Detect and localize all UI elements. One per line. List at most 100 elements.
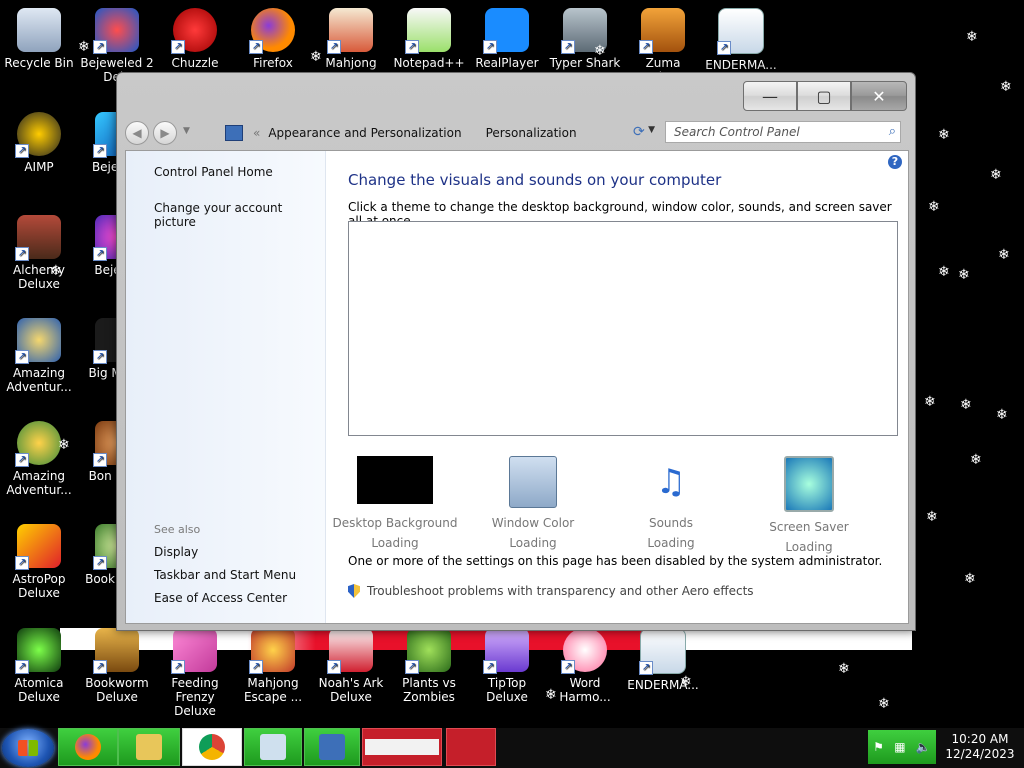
desktop-icon-notepad[interactable]: ↗ Notepad++ <box>390 8 468 70</box>
refresh-icon[interactable]: ⟳ <box>633 124 645 140</box>
amazing-adventures-icon: ↗ <box>15 318 61 364</box>
desktop-icon-typer-shark[interactable]: ↗ Typer Shark <box>546 8 624 70</box>
page-title: Change the visuals and sounds on your co… <box>348 171 722 189</box>
snowflake-decoration: ❄ <box>680 674 692 690</box>
desktop-icon-enderman-1[interactable]: ↗ ENDERMA... <box>702 8 780 72</box>
desktop-icon-amazing-adventures-2[interactable]: ↗ Amazing Adventur... <box>0 421 78 497</box>
forward-button[interactable]: ▶ <box>153 121 177 145</box>
breadcrumb-separator-icon: « <box>253 126 261 140</box>
control-panel-window: — ▢ ✕ ◀ ▶ ▼ « Appearance and Personaliza… <box>116 72 916 631</box>
address-bar[interactable]: « Appearance and Personalization Persona… <box>225 121 655 145</box>
desktop-icon-firefox[interactable]: ↗ Firefox <box>234 8 312 70</box>
navigation-bar: ◀ ▶ ▼ « Appearance and Personalization P… <box>125 119 907 147</box>
desktop-icon-plants-vs-zombies[interactable]: ↗ Plants vs Zombies <box>390 628 468 704</box>
plants-vs-zombies-icon: ↗ <box>405 628 451 674</box>
close-button[interactable]: ✕ <box>851 81 907 111</box>
bookworm-icon: ↗ <box>93 628 139 674</box>
tile-window-color[interactable]: Window Color Loading <box>464 456 602 553</box>
desktop-icon-atomica[interactable]: ↗ Atomica Deluxe <box>0 628 78 704</box>
taskbar-computer[interactable] <box>244 728 302 766</box>
control-panel-icon <box>319 734 345 760</box>
sidebar-link-ease-of-access[interactable]: Ease of Access Center <box>154 591 287 605</box>
aero-troubleshoot-link[interactable]: Troubleshoot problems with transparency … <box>348 584 754 598</box>
help-icon[interactable]: ? <box>888 155 902 169</box>
desktop-background-icon <box>357 456 433 504</box>
sidebar-link-account-picture[interactable]: Change your account picture <box>154 201 325 229</box>
snowflake-decoration: ❄ <box>926 509 938 525</box>
notepad-icon: ↗ <box>405 8 451 54</box>
network-icon[interactable]: ▦ <box>894 740 905 754</box>
taskbar-explorer[interactable] <box>118 728 180 766</box>
desktop-icon-recycle-bin[interactable]: Recycle Bin <box>0 8 78 70</box>
desktop-icon-feeding-frenzy[interactable]: ↗ Feeding Frenzy Deluxe <box>156 628 234 718</box>
system-tray: ⚑ ▦ 🔈 <box>868 730 936 764</box>
snowflake-decoration: ❄ <box>996 407 1008 423</box>
sounds-icon: ♫ <box>655 462 687 502</box>
tile-desktop-background[interactable]: Desktop Background Loading <box>326 456 464 553</box>
desktop-icon-astropop[interactable]: ↗ AstroPop Deluxe <box>0 524 78 600</box>
snowflake-decoration: ❄ <box>998 247 1010 263</box>
desktop-icon-chuzzle[interactable]: ↗ Chuzzle <box>156 8 234 70</box>
tile-screen-saver[interactable]: Screen Saver Loading <box>740 456 878 557</box>
address-dropdown-icon[interactable]: ▼ <box>648 125 655 135</box>
sidebar-link-display[interactable]: Display <box>154 545 198 559</box>
desktop-icon-mahjong-escape[interactable]: ↗ Mahjong Escape ... <box>234 628 312 704</box>
app-icon: ↗ <box>717 8 764 55</box>
snowflake-decoration: ❄ <box>970 452 982 468</box>
snowflake-decoration: ❄ <box>938 127 950 143</box>
taskbar-control-panel[interactable] <box>304 728 360 766</box>
minimize-button[interactable]: — <box>743 81 797 111</box>
clock[interactable]: 10:20 AM 12/24/2023 <box>940 732 1020 762</box>
breadcrumb-personalization[interactable]: Personalization <box>486 126 577 140</box>
desktop-icon-amazing-adventures-1[interactable]: ↗ Amazing Adventur... <box>0 318 78 394</box>
taskbar-window-button[interactable] <box>362 728 442 766</box>
desktop-icon-word-harmony[interactable]: ↗ Word Harmo... <box>546 628 624 704</box>
recent-pages-chevron-icon[interactable]: ▼ <box>183 126 190 136</box>
theme-list[interactable] <box>348 221 898 436</box>
feeding-frenzy-icon: ↗ <box>171 628 217 674</box>
search-icon[interactable]: ⌕ <box>889 124 896 139</box>
breadcrumb-appearance[interactable]: Appearance and Personalization <box>268 126 461 140</box>
action-center-icon[interactable]: ⚑ <box>873 740 884 754</box>
snowflake-decoration: ❄ <box>50 263 62 279</box>
start-button[interactable] <box>2 729 54 767</box>
snowflake-decoration: ❄ <box>928 199 940 215</box>
firefox-icon <box>75 734 101 760</box>
desktop-icon-noahs-ark[interactable]: ↗ Noah's Ark Deluxe <box>312 628 390 704</box>
desktop-icon-realplayer[interactable]: ↗ RealPlayer <box>468 8 546 70</box>
folder-icon <box>136 734 162 760</box>
screen-saver-icon <box>784 456 834 512</box>
tile-sounds[interactable]: ♫ Sounds Loading <box>602 456 740 553</box>
snowflake-decoration: ❄ <box>310 49 322 65</box>
maximize-button[interactable]: ▢ <box>797 81 851 111</box>
desktop-icon-aimp[interactable]: ↗ AIMP <box>0 112 78 174</box>
clock-time: 10:20 AM <box>951 732 1009 746</box>
desktop-icon-tiptop[interactable]: ↗ TipTop Deluxe <box>468 628 546 704</box>
aimp-icon: ↗ <box>15 112 61 158</box>
recycle-bin-icon <box>17 8 61 52</box>
desktop-icon-mahjong[interactable]: ↗ Mahjong <box>312 8 390 70</box>
see-also-heading: See also <box>154 523 201 536</box>
window-thumbnail-icon <box>365 739 439 755</box>
back-button[interactable]: ◀ <box>125 121 149 145</box>
snowflake-decoration: ❄ <box>545 687 557 703</box>
amazing-adventures-icon: ↗ <box>15 421 61 467</box>
atomica-icon: ↗ <box>15 628 61 674</box>
chuzzle-icon: ↗ <box>171 8 217 54</box>
sidebar-link-control-panel-home[interactable]: Control Panel Home <box>154 165 273 179</box>
taskbar-firefox[interactable] <box>58 728 118 766</box>
snowflake-decoration: ❄ <box>958 267 970 283</box>
desktop-icon-bookworm[interactable]: ↗ Bookworm Deluxe <box>78 628 156 704</box>
sidebar-link-taskbar[interactable]: Taskbar and Start Menu <box>154 568 296 582</box>
mahjong-escape-icon: ↗ <box>249 628 295 674</box>
desktop-icon-alchemy[interactable]: ↗ Alchemy Deluxe <box>0 215 78 291</box>
snowflake-decoration: ❄ <box>78 39 90 55</box>
tiptop-icon: ↗ <box>483 628 529 674</box>
volume-icon[interactable]: 🔈 <box>916 740 931 754</box>
window-color-icon <box>509 456 557 508</box>
taskbar-chrome[interactable] <box>182 728 242 766</box>
taskbar-window-button-2[interactable] <box>446 728 496 766</box>
snowflake-decoration: ❄ <box>58 437 70 453</box>
search-input[interactable]: Search Control Panel ⌕ <box>665 121 901 143</box>
snowflake-decoration: ❄ <box>594 43 606 59</box>
